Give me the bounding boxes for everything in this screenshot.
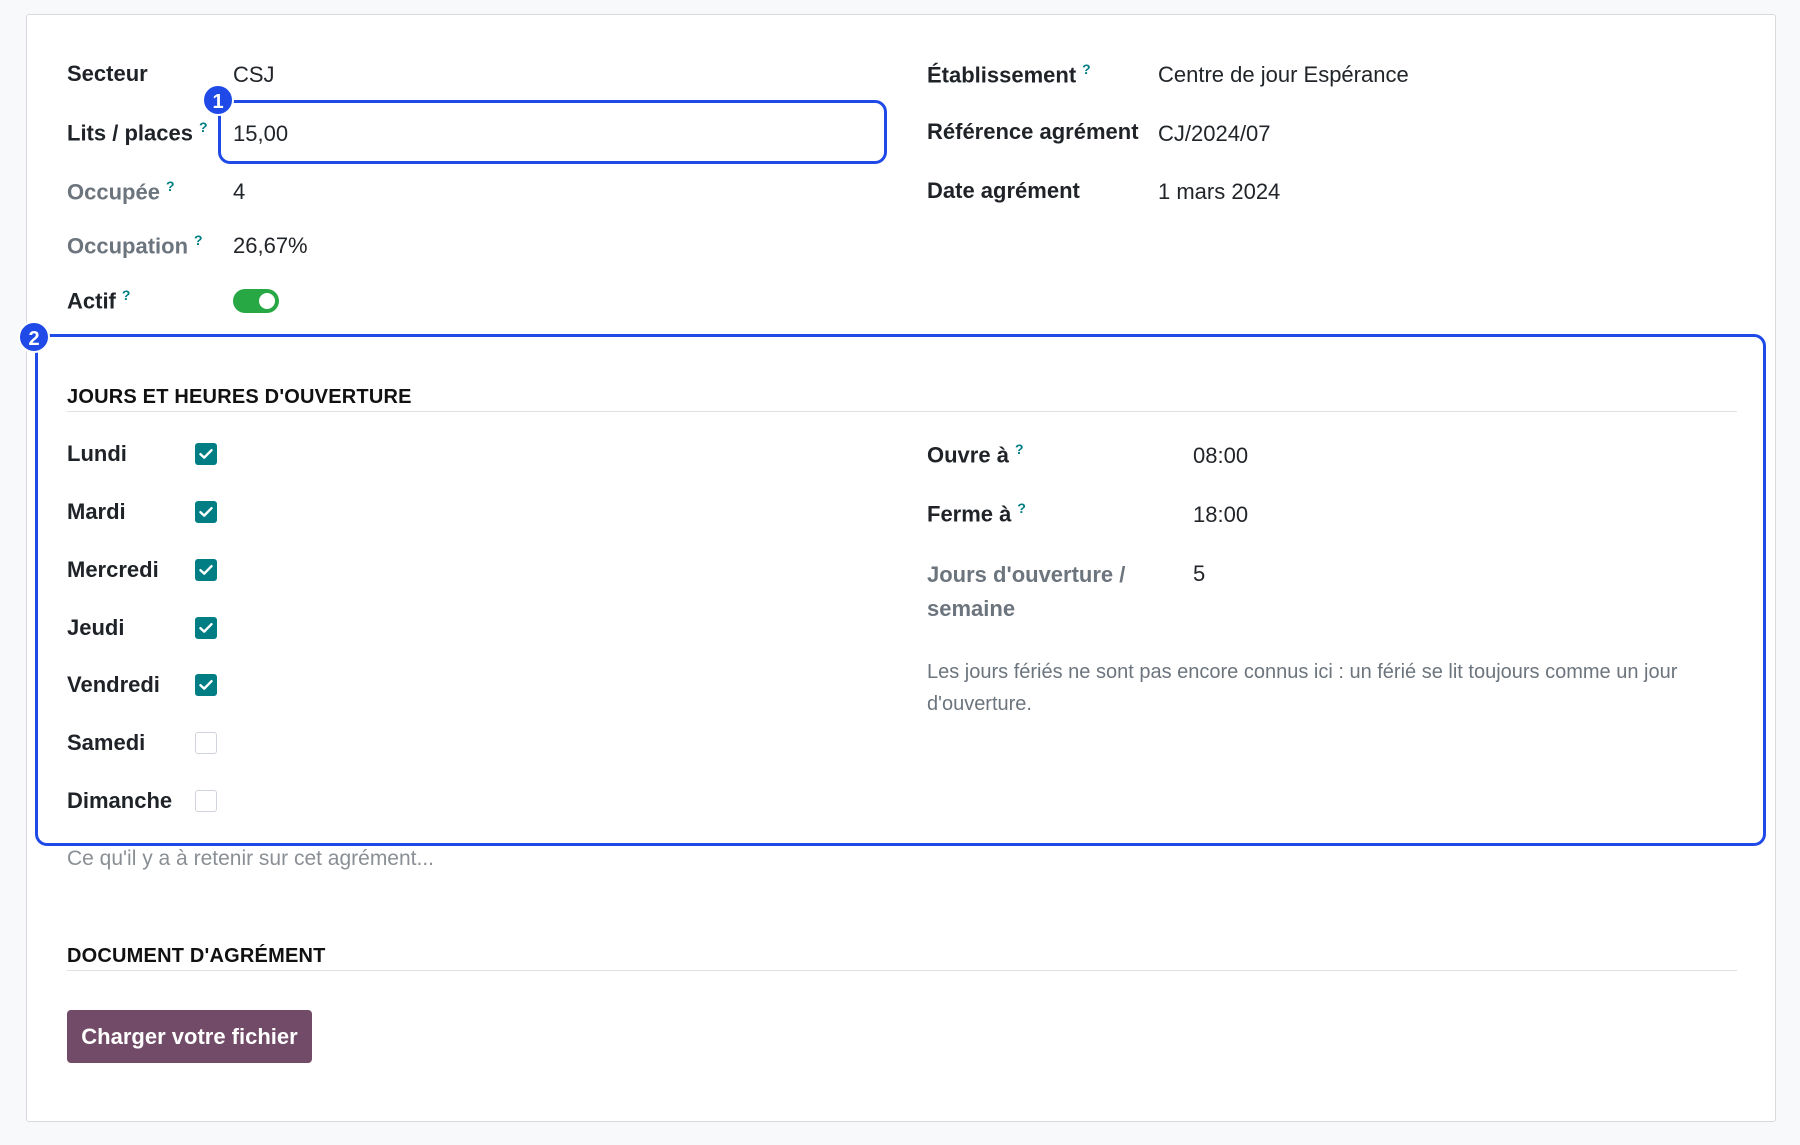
reference-label: Référence agrément [927,119,1139,144]
secteur-value[interactable]: CSJ [233,62,275,88]
document-section-title: DOCUMENT D'AGRÉMENT [67,945,326,967]
notes-field[interactable]: Ce qu'il y a à retenir sur cet agrément.… [67,847,434,871]
etablissement-label: Établissement? [927,61,1091,88]
lits-label: Lits / places? [67,119,208,146]
help-icon[interactable]: ? [194,232,203,248]
occupation-value: 26,67% [233,233,308,258]
actif-label: Actif? [67,287,131,314]
secteur-label: Secteur [67,61,148,86]
upload-file-button[interactable]: Charger votre fichier [67,1010,312,1063]
occupation-label: Occupation? [67,232,203,259]
reference-value[interactable]: CJ/2024/07 [1158,121,1271,147]
highlight-box-1 [218,100,887,164]
annotation-badge-1: 1 [202,84,234,116]
toggle-knob [259,293,275,309]
help-icon[interactable]: ? [1082,61,1091,77]
help-icon[interactable]: ? [199,119,208,135]
actif-toggle[interactable] [233,289,279,313]
etablissement-value[interactable]: Centre de jour Espérance [1158,62,1409,88]
help-icon[interactable]: ? [122,287,131,303]
document-divider [67,970,1737,971]
date-label: Date agrément [927,178,1080,203]
annotation-badge-2: 2 [18,321,50,353]
date-value[interactable]: 1 mars 2024 [1158,179,1280,205]
highlight-box-2 [35,334,1766,846]
occupee-value: 4 [233,179,246,204]
help-icon[interactable]: ? [166,178,175,194]
occupee-label: Occupée? [67,178,175,205]
